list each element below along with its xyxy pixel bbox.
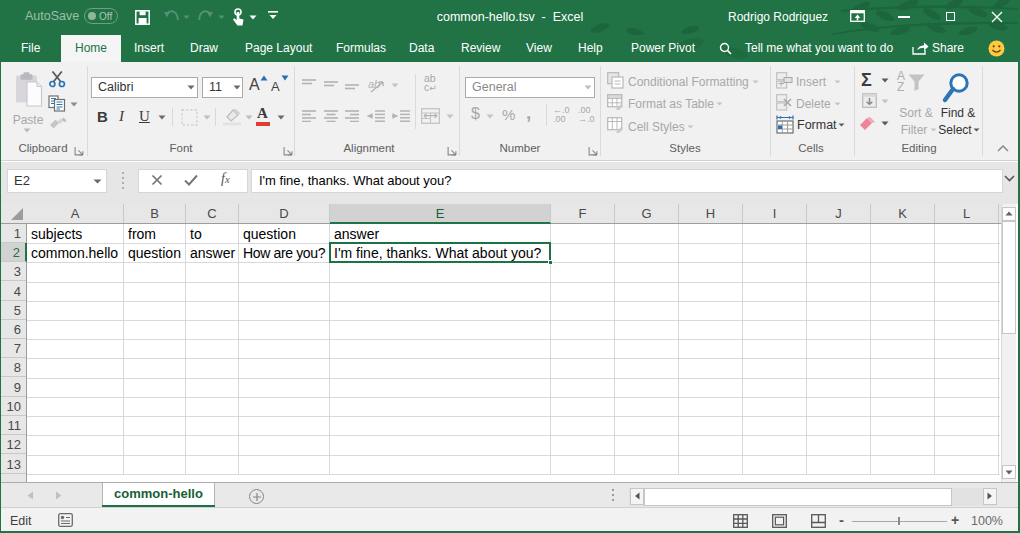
svg-text:ab: ab — [368, 78, 380, 90]
